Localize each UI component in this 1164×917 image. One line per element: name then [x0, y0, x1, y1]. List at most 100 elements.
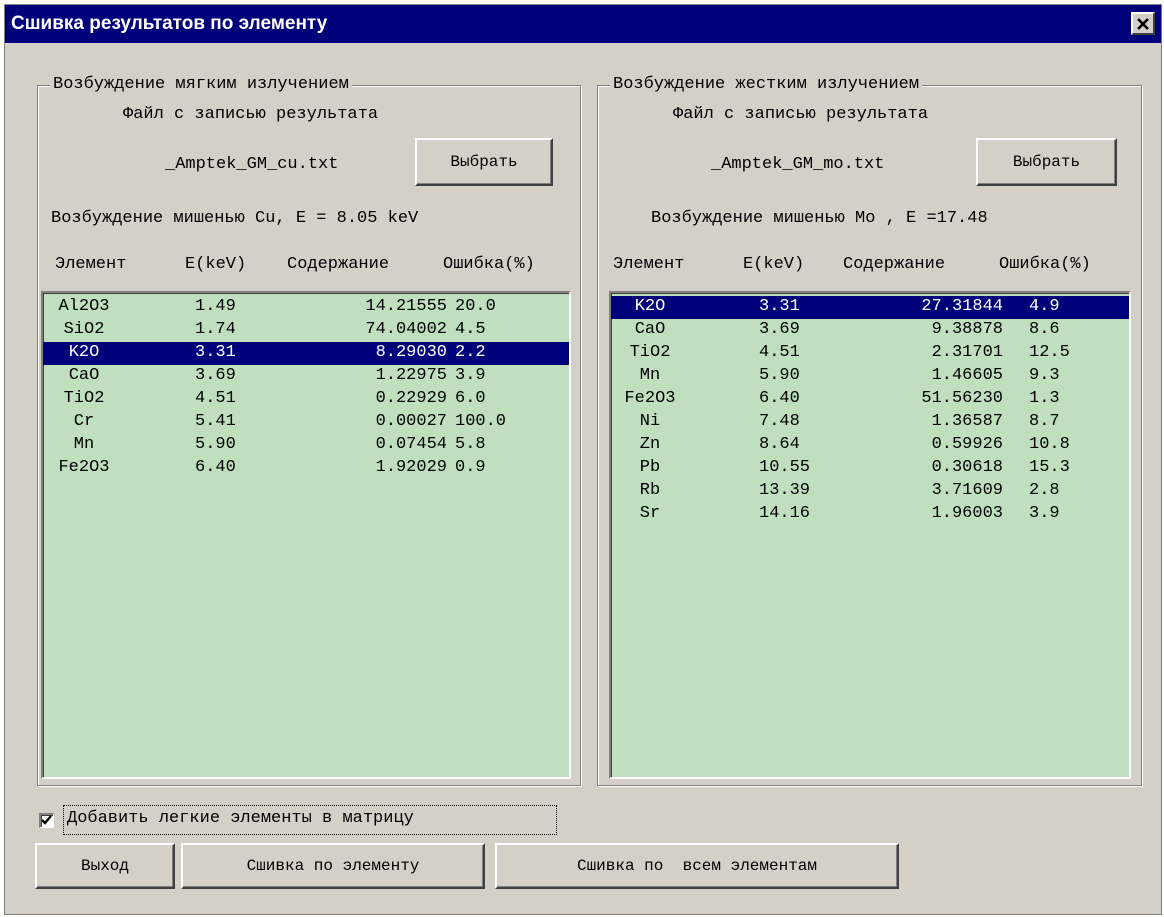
checkmark-icon — [41, 815, 52, 825]
cell-content: 1.46605 — [931, 366, 1003, 385]
cell-element: CaO — [68, 366, 100, 385]
hard-excitation-legend: Возбуждение жестким излучением — [610, 75, 923, 94]
cell-content: 27.31844 — [921, 297, 1003, 316]
list-row[interactable]: TiO2 4.51 2.31701 12.5 — [611, 342, 1129, 365]
cell-content: 0.30618 — [931, 458, 1003, 477]
cell-element: CaO — [634, 320, 666, 339]
cell-content: 0.59926 — [931, 435, 1003, 454]
window-title: Сшивка результатов по элементу — [11, 13, 328, 34]
list-row[interactable]: Cr 5.41 0.00027 100.0 — [43, 411, 569, 434]
list-row[interactable]: K2O 3.31 8.29030 2.2 — [43, 342, 569, 365]
list-row[interactable]: CaO 3.69 9.38878 8.6 — [611, 319, 1129, 342]
cell-energy: 4.51 — [195, 389, 236, 408]
cell-content: 2.31701 — [931, 343, 1003, 362]
cell-error: 1.3 — [1029, 389, 1060, 408]
cell-error: 10.8 — [1029, 435, 1070, 454]
cell-content: 8.29030 — [375, 343, 447, 362]
cell-energy: 5.90 — [195, 435, 236, 454]
cell-element: Sr — [639, 504, 661, 523]
list-row[interactable]: Fe2O3 6.40 1.92029 0.9 — [43, 457, 569, 480]
cell-error: 2.2 — [455, 343, 486, 362]
list-row[interactable]: Pb 10.55 0.30618 15.3 — [611, 457, 1129, 480]
cell-error: 4.5 — [455, 320, 486, 339]
cell-error: 3.9 — [455, 366, 486, 385]
cell-element: Pb — [639, 458, 661, 477]
right-choose-file-button[interactable]: Выбрать — [976, 138, 1117, 186]
cell-error: 8.6 — [1029, 320, 1060, 339]
right-header-error: Ошибка(%) — [999, 255, 1091, 274]
list-row[interactable]: Ni 7.48 1.36587 8.7 — [611, 411, 1129, 434]
right-header-content: Содержание — [843, 255, 946, 274]
cell-element: Mn — [639, 366, 661, 385]
cell-energy: 8.64 — [759, 435, 800, 454]
list-row[interactable]: Fe2O3 6.40 51.56230 1.3 — [611, 388, 1129, 411]
cell-content: 0.00027 — [375, 412, 447, 431]
cell-content: 1.36587 — [931, 412, 1003, 431]
soft-results-list[interactable]: Al2O3 1.49 14.21555 20.0 SiO2 1.74 74.04002 4.5… — [41, 291, 571, 779]
list-row[interactable]: Zn 8.64 0.59926 10.8 — [611, 434, 1129, 457]
right-header-energy: E(keV) — [743, 255, 805, 274]
left-header-element: Элемент — [55, 255, 127, 274]
left-file-caption: Файл с записью результата — [123, 105, 379, 124]
cell-error: 4.9 — [1029, 297, 1060, 316]
cell-element: SiO2 — [63, 320, 105, 339]
left-excitation-info: Возбуждение мишенью Cu, E = 8.05 keV — [51, 209, 419, 228]
cell-error: 3.9 — [1029, 504, 1060, 523]
cell-energy: 14.16 — [759, 504, 811, 523]
cell-energy: 3.69 — [759, 320, 800, 339]
cell-element: TiO2 — [629, 343, 671, 362]
exit-button[interactable]: Выход — [35, 843, 175, 889]
cell-content: 51.56230 — [921, 389, 1003, 408]
merge-by-element-button[interactable]: Сшивка по элементу — [181, 843, 485, 889]
cell-content: 0.07454 — [375, 435, 447, 454]
left-header-content: Содержание — [287, 255, 390, 274]
right-excitation-info: Возбуждение мишенью Mo , E =17.48 — [651, 209, 988, 228]
cell-content: 0.22929 — [375, 389, 447, 408]
right-file-name: _Amptek_GM_mo.txt — [711, 155, 885, 174]
list-row[interactable]: Mn 5.90 0.07454 5.8 — [43, 434, 569, 457]
cell-error: 12.5 — [1029, 343, 1070, 362]
list-row[interactable]: Mn 5.90 1.46605 9.3 — [611, 365, 1129, 388]
cell-energy: 3.31 — [195, 343, 236, 362]
soft-excitation-legend: Возбуждение мягким излучением — [50, 75, 352, 94]
add-light-elements-checkbox[interactable] — [39, 813, 54, 828]
cell-content: 1.22975 — [375, 366, 447, 385]
left-header-error: Ошибка(%) — [443, 255, 535, 274]
cell-content: 9.38878 — [931, 320, 1003, 339]
list-row[interactable]: TiO2 4.51 0.22929 6.0 — [43, 388, 569, 411]
list-row[interactable]: K2O 3.31 27.31844 4.9 — [611, 296, 1129, 319]
cell-element: TiO2 — [63, 389, 105, 408]
list-row[interactable]: CaO 3.69 1.22975 3.9 — [43, 365, 569, 388]
left-choose-file-button[interactable]: Выбрать — [415, 138, 553, 186]
list-row[interactable]: SiO2 1.74 74.04002 4.5 — [43, 319, 569, 342]
close-icon — [1137, 17, 1149, 30]
cell-error: 2.8 — [1029, 481, 1060, 500]
left-header-energy: E(keV) — [185, 255, 247, 274]
cell-content: 1.92029 — [375, 458, 447, 477]
cell-element: Rb — [639, 481, 661, 500]
title-bar[interactable]: Сшивка результатов по элементу — [5, 5, 1161, 43]
cell-content: 74.04002 — [365, 320, 447, 339]
cell-element: Al2O3 — [58, 297, 110, 316]
cell-error: 20.0 — [455, 297, 496, 316]
right-file-caption: Файл с записью результата — [673, 105, 929, 124]
cell-energy: 3.31 — [759, 297, 800, 316]
merge-all-elements-button[interactable]: Сшивка по всем элементам — [495, 843, 899, 889]
left-file-name: _Amptek_GM_cu.txt — [165, 155, 339, 174]
cell-element: Mn — [73, 435, 95, 454]
add-light-elements-label[interactable]: Добавить легкие элементы в матрицу — [67, 809, 414, 828]
list-row[interactable]: Sr 14.16 1.96003 3.9 — [611, 503, 1129, 526]
cell-content: 3.71609 — [931, 481, 1003, 500]
cell-energy: 4.51 — [759, 343, 800, 362]
cell-error: 100.0 — [455, 412, 507, 431]
cell-error: 0.9 — [455, 458, 486, 477]
cell-element: Zn — [639, 435, 661, 454]
list-row[interactable]: Al2O3 1.49 14.21555 20.0 — [43, 296, 569, 319]
cell-element: Ni — [639, 412, 661, 431]
close-button[interactable] — [1131, 12, 1155, 35]
cell-content: 1.96003 — [931, 504, 1003, 523]
hard-results-list[interactable]: K2O 3.31 27.31844 4.9 CaO 3.69 9.38878 8.6 TiO2 4… — [609, 291, 1131, 779]
cell-element: K2O — [68, 343, 100, 362]
list-row[interactable]: Rb 13.39 3.71609 2.8 — [611, 480, 1129, 503]
cell-element: Cr — [73, 412, 95, 431]
